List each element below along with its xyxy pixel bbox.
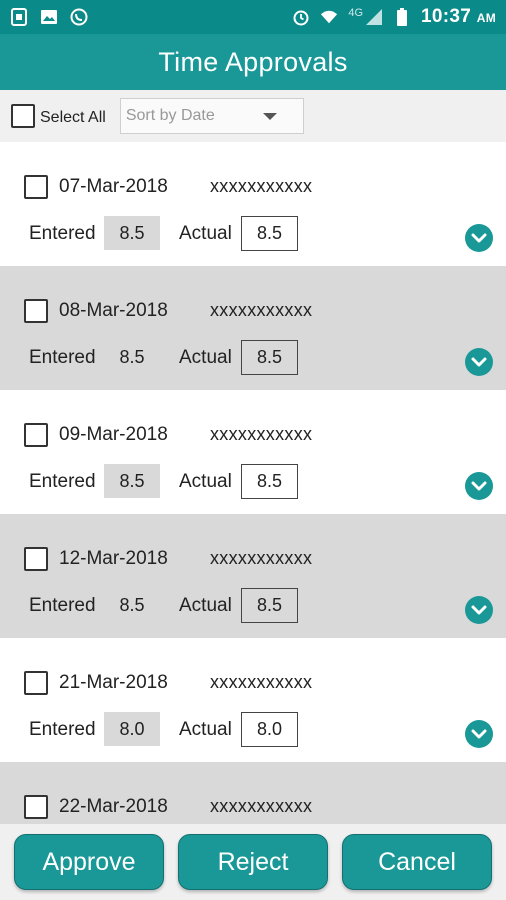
time-entry-row: 09-Mar-2018 xxxxxxxxxxx Entered 8.5 Actu… [0,390,506,514]
sim-card-icon [10,8,28,26]
entry-date: 07-Mar-2018 [59,176,168,197]
entered-label: Entered [29,595,96,616]
actual-label: Actual [179,471,232,492]
status-bar: 4G 10:37 AM [0,0,506,34]
sort-dropdown-value: Sort by Date [125,107,215,124]
status-right-icons: 4G 10:37 AM [292,6,496,28]
status-left-icons [10,8,88,26]
page-title: Time Approvals [158,46,348,77]
time-entry-list: 07-Mar-2018 xxxxxxxxxxx Entered 8.5 Actu… [0,142,506,886]
actual-label: Actual [179,595,232,616]
expand-chevron-icon[interactable] [465,472,493,500]
alarm-icon [292,8,310,26]
network-type: 4G [348,7,364,19]
expand-chevron-icon[interactable] [465,224,493,252]
battery-icon [393,8,411,26]
reject-button[interactable]: Reject [178,834,328,890]
entered-hours: 8.5 [104,464,160,498]
actual-hours-input[interactable]: 8.0 [241,712,298,747]
actual-label: Actual [179,347,232,368]
wifi-icon [320,8,338,26]
entered-hours: 8.5 [104,216,160,250]
actual-label: Actual [179,223,232,244]
select-all-checkbox[interactable] [11,104,35,128]
cancel-button[interactable]: Cancel [342,834,492,890]
image-icon [40,8,58,26]
select-all-label: Select All [40,108,106,126]
row-checkbox[interactable] [24,795,48,819]
entry-date: 08-Mar-2018 [59,300,168,321]
employee-name: xxxxxxxxxxx [210,300,313,320]
actual-hours-input[interactable]: 8.5 [241,216,298,251]
caret-down-icon [262,113,277,120]
row-checkbox[interactable] [24,671,48,695]
employee-name: xxxxxxxxxxx [210,548,313,568]
clock: 10:37 AM [421,6,496,27]
entry-date: 21-Mar-2018 [59,672,168,693]
expand-chevron-icon[interactable] [465,720,493,748]
entered-label: Entered [29,223,96,244]
expand-chevron-icon[interactable] [465,596,493,624]
row-checkbox[interactable] [24,175,48,199]
action-bar: Approve Reject Cancel [0,824,506,900]
time-entry-row: 08-Mar-2018 xxxxxxxxxxx Entered 8.5 Actu… [0,266,506,390]
entry-date: 12-Mar-2018 [59,548,168,569]
actual-label: Actual [179,719,232,740]
entered-hours: 8.0 [104,712,160,746]
expand-chevron-icon[interactable] [465,348,493,376]
row-checkbox[interactable] [24,547,48,571]
time-entry-row: 07-Mar-2018 xxxxxxxxxxx Entered 8.5 Actu… [0,142,506,266]
entered-hours: 8.5 [119,346,145,367]
time-entry-row: 21-Mar-2018 xxxxxxxxxxx Entered 8.0 Actu… [0,638,506,762]
app-bar: Time Approvals [0,34,506,90]
row-checkbox[interactable] [24,299,48,323]
entered-hours: 8.5 [119,594,145,615]
entry-date: 22-Mar-2018 [59,796,168,817]
row-checkbox[interactable] [24,423,48,447]
employee-name: xxxxxxxxxxx [210,672,313,692]
employee-name: xxxxxxxxxxx [210,796,313,816]
sort-dropdown[interactable]: Sort by Date [119,98,304,134]
signal-icon [365,8,383,26]
actual-hours-input[interactable]: 8.5 [241,588,298,623]
entered-label: Entered [29,719,96,740]
time-entry-row: 12-Mar-2018 xxxxxxxxxxx Entered 8.5 Actu… [0,514,506,638]
entered-label: Entered [29,347,96,368]
employee-name: xxxxxxxxxxx [210,424,313,444]
approve-button[interactable]: Approve [14,834,164,890]
whatsapp-icon [70,8,88,26]
filter-bar: Select All Sort by Date [0,90,506,142]
actual-hours-input[interactable]: 8.5 [241,464,298,499]
entry-date: 09-Mar-2018 [59,424,168,445]
employee-name: xxxxxxxxxxx [210,176,313,196]
actual-hours-input[interactable]: 8.5 [241,340,298,375]
entered-label: Entered [29,471,96,492]
